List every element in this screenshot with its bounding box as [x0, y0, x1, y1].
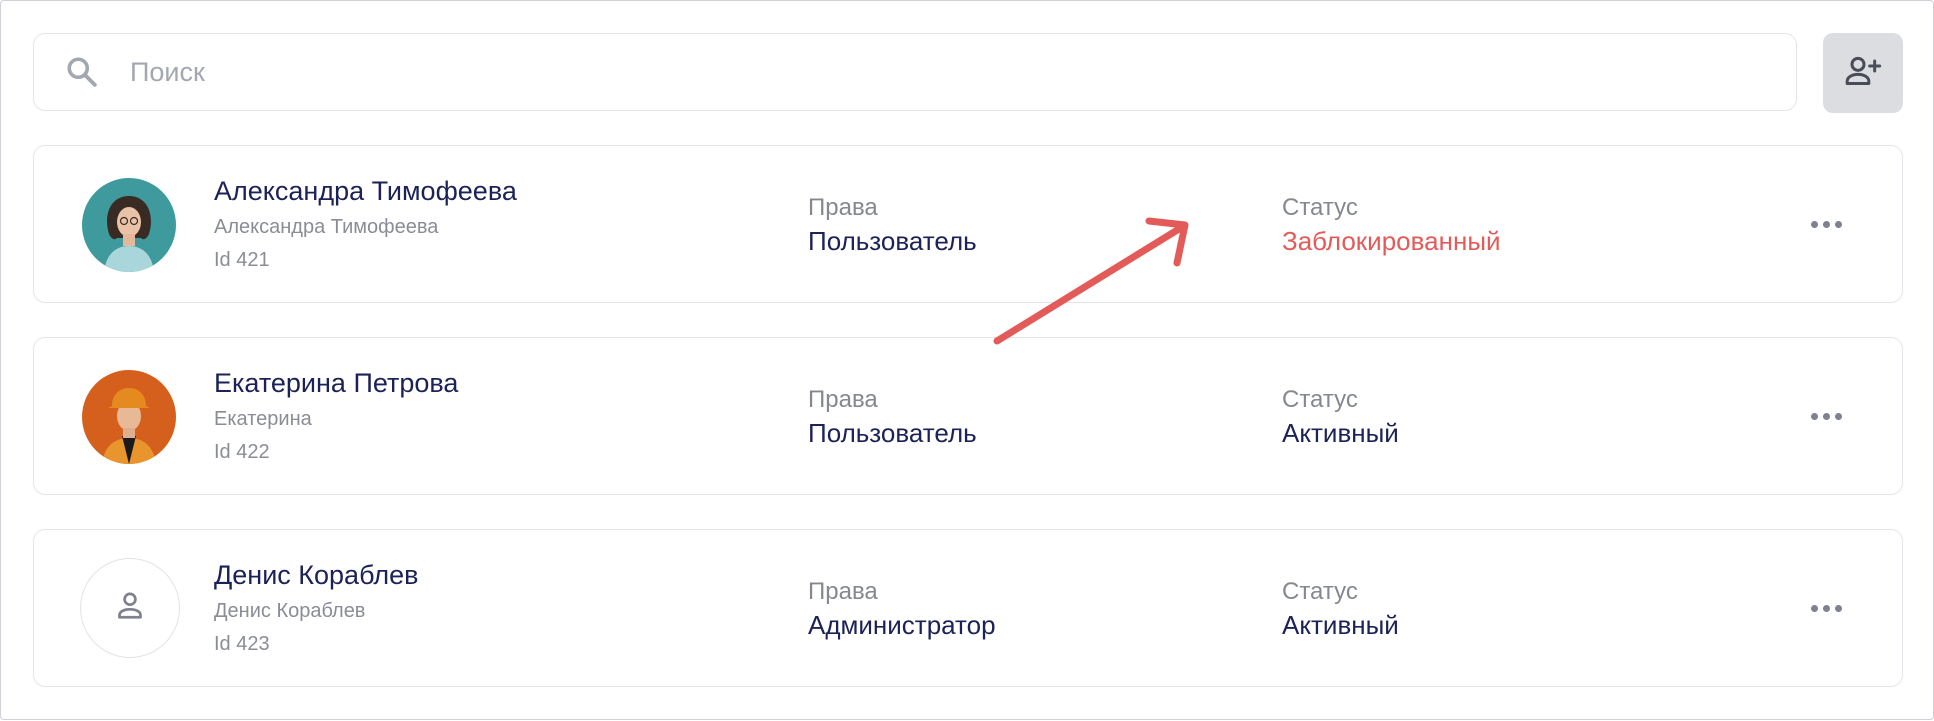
user-id: Id 421: [214, 249, 270, 271]
user-login: Денис Кораблев: [214, 600, 366, 622]
user-card[interactable]: Екатерина Петрова Екатерина Id 422 Права…: [33, 337, 1903, 495]
user-id: Id 423: [214, 633, 270, 655]
more-options-button[interactable]: [1804, 592, 1848, 624]
user-card[interactable]: Денис Кораблев Денис Кораблев Id 423 Пра…: [33, 529, 1903, 687]
status-value: Активный: [1282, 610, 1399, 640]
avatar: [82, 178, 176, 272]
status-value: Заблокированный: [1282, 226, 1501, 256]
user-name: Денис Кораблев: [214, 560, 419, 590]
user-id: Id 422: [214, 441, 270, 463]
status-label: Статус: [1282, 194, 1358, 221]
more-horizontal-icon: [1810, 604, 1842, 612]
more-horizontal-icon: [1810, 412, 1842, 420]
rights-value: Пользователь: [808, 418, 977, 448]
user-list-panel: Александра Тимофеева Александра Тимофеев…: [0, 0, 1934, 720]
user-name: Александра Тимофеева: [214, 176, 517, 206]
search-input[interactable]: [128, 55, 1632, 89]
add-user-button[interactable]: [1823, 33, 1903, 113]
avatar: [80, 558, 180, 658]
more-options-button[interactable]: [1804, 400, 1848, 432]
more-options-button[interactable]: [1804, 208, 1848, 240]
person-add-icon: [1843, 51, 1883, 96]
avatar: [82, 370, 176, 464]
rights-label: Права: [808, 194, 878, 221]
status-label: Статус: [1282, 578, 1358, 605]
user-login: Александра Тимофеева: [214, 216, 439, 238]
rights-label: Права: [808, 386, 878, 413]
search-icon: [62, 52, 102, 92]
person-placeholder-icon: [112, 588, 148, 629]
status-label: Статус: [1282, 386, 1358, 413]
user-name: Екатерина Петрова: [214, 368, 459, 398]
rights-label: Права: [808, 578, 878, 605]
search-bar[interactable]: [33, 33, 1797, 111]
rights-value: Пользователь: [808, 226, 977, 256]
rights-value: Администратор: [808, 610, 996, 640]
user-card[interactable]: Александра Тимофеева Александра Тимофеев…: [33, 145, 1903, 303]
more-horizontal-icon: [1810, 220, 1842, 228]
user-login: Екатерина: [214, 408, 312, 430]
status-value: Активный: [1282, 418, 1399, 448]
